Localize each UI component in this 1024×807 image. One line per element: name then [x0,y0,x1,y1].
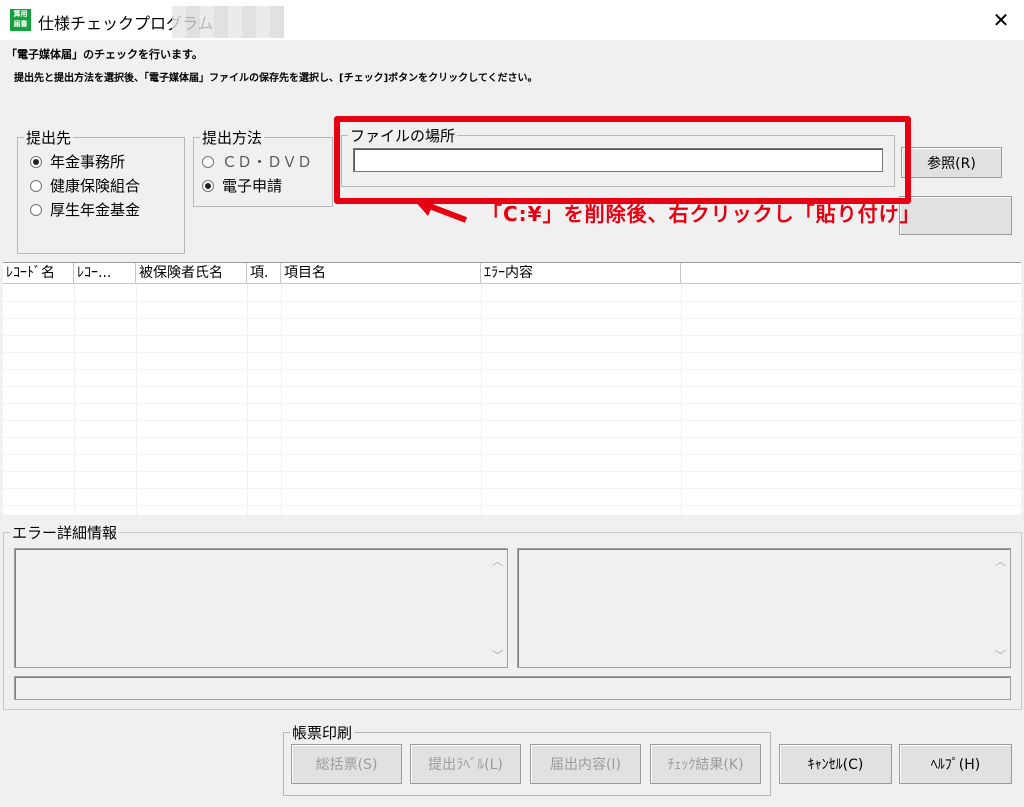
row-line [3,420,1021,421]
column-header-record[interactable]: ﾚｺｰ... [74,263,136,283]
row-line [3,318,1021,319]
radio-button[interactable] [30,203,42,216]
radio-nenkin-office[interactable]: 年金事務所 [30,151,125,172]
instruction-line-2: 提出先と提出方法を選択後、「電子媒体届」ファイルの保存先を選択し、[チェック]ボ… [14,73,538,84]
title-bar: 算用 届書 仕様チェックプログラム ✕ [0,0,1024,40]
radio-e-application[interactable]: 電子申請 [202,175,282,196]
row-line [3,352,1021,353]
table-header: ﾚｺｰﾄﾞ名 ﾚｺｰ... 被保険者氏名 項. 項目名 ｴﾗｰ内容 [3,263,1021,284]
submit-method-group: 提出方法 ＣＤ・ＤＶＤ 電子申請 [193,127,333,207]
submit-to-group: 提出先 年金事務所 健康保険組合 厚生年金基金 [17,127,185,254]
radio-label: ＣＤ・ＤＶＤ [222,153,313,171]
column-header-error-content[interactable]: ｴﾗｰ内容 [481,263,681,283]
instruction-line-1: 「電子媒体届」のチェックを行います。 [6,48,203,61]
row-line [3,437,1021,438]
scroll-up-icon[interactable]: ︿ [995,553,1006,569]
scroll-down-icon[interactable]: ﹀ [995,647,1006,663]
close-icon[interactable]: ✕ [988,8,1014,32]
annotation-highlight-box [334,116,911,204]
radio-pension-fund[interactable]: 厚生年金基金 [30,199,140,220]
radio-button-selected[interactable] [202,179,214,192]
radio-label: 年金事務所 [50,153,126,171]
check-result-print-button[interactable]: ﾁｪｯｸ結果(K) [650,744,761,784]
notification-print-button[interactable]: 届出内容(I) [530,744,641,784]
row-line [3,369,1021,370]
row-line [3,301,1021,302]
column-header-record-name[interactable]: ﾚｺｰﾄﾞ名 [3,263,74,283]
radio-label: 厚生年金基金 [50,201,141,219]
app-icon: 算用 届書 [10,9,31,31]
radio-button-selected[interactable] [30,155,42,168]
radio-cd-dvd[interactable]: ＣＤ・ＤＶＤ [202,151,312,172]
row-line [3,335,1021,336]
annotation-text: 「C:¥」を削除後、右クリックし「貼り付け」 [482,202,921,226]
submit-to-legend: 提出先 [24,127,74,148]
cancel-button[interactable]: ｷｬﾝｾﾙ(C) [779,744,892,784]
row-line [3,471,1021,472]
radio-health-insurance[interactable]: 健康保険組合 [30,175,140,196]
summary-print-button[interactable]: 総括票(S) [291,744,402,784]
row-line [3,505,1021,506]
browse-button[interactable]: 参照(R) [901,147,1002,178]
radio-label: 健康保険組合 [50,177,141,195]
column-header-insured-name[interactable]: 被保険者氏名 [136,263,247,283]
column-header-item-no[interactable]: 項. [247,263,281,283]
row-line [3,403,1021,404]
radio-button[interactable] [202,155,214,168]
scroll-up-icon[interactable]: ︿ [492,553,503,569]
print-legend: 帳票印刷 [290,722,355,743]
error-detail-status-bar [14,676,1011,700]
scroll-down-icon[interactable]: ﹀ [492,647,503,663]
results-table[interactable]: ﾚｺｰﾄﾞ名 ﾚｺｰ... 被保険者氏名 項. 項目名 ｴﾗｰ内容 [3,262,1021,515]
column-header-item-name[interactable]: 項目名 [281,263,481,283]
radio-button[interactable] [30,179,42,192]
row-line [3,386,1021,387]
row-line [3,454,1021,455]
row-line [3,488,1021,489]
label-print-button[interactable]: 提出ﾗﾍﾞﾙ(L) [410,744,521,784]
title-redaction [172,6,284,38]
error-detail-legend: エラー詳細情報 [10,522,120,543]
submit-method-legend: 提出方法 [200,127,265,148]
radio-label: 電子申請 [222,177,283,195]
annotation-arrow-icon [414,198,468,223]
error-detail-left-pane[interactable]: ︿ ﹀ [14,548,508,668]
help-button[interactable]: ﾍﾙﾌﾟ(H) [899,744,1012,784]
error-detail-right-pane[interactable]: ︿ ﹀ [517,548,1011,668]
